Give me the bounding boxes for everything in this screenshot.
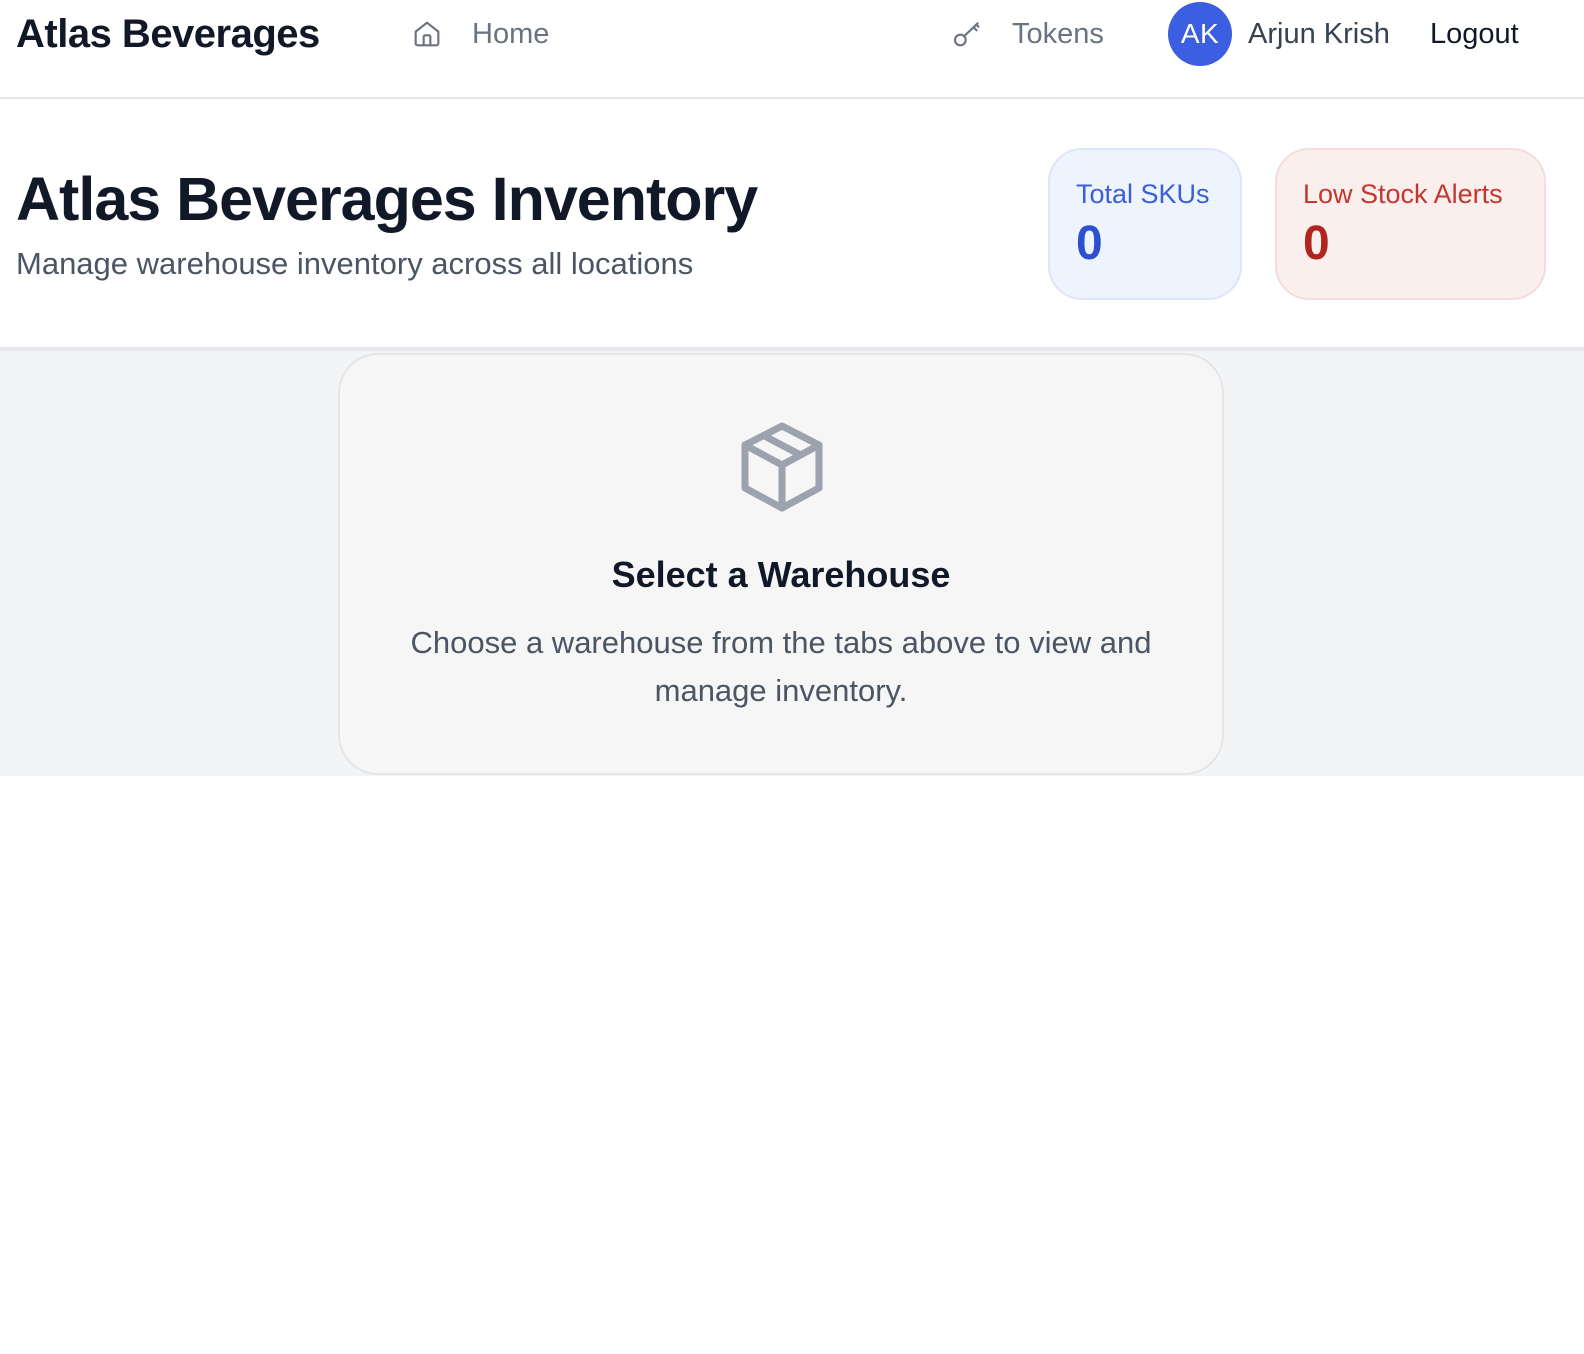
empty-state-message: Choose a warehouse from the tabs above t… <box>410 625 1152 708</box>
nav-tokens-link[interactable]: Tokens <box>950 14 1104 54</box>
top-navigation-bar: Atlas Beverages Home Tokens AK Arjun Kri… <box>0 0 1584 99</box>
user-menu[interactable]: AK Arjun Krish <box>1168 2 1390 66</box>
low-stock-alerts-card: Low Stock Alerts 0 <box>1275 148 1546 300</box>
key-icon <box>950 17 984 51</box>
user-name: Arjun Krish <box>1248 17 1390 50</box>
low-stock-alerts-label: Low Stock Alerts <box>1303 179 1503 209</box>
nav-home-link[interactable]: Home <box>410 14 549 54</box>
total-skus-label: Total SKUs <box>1076 179 1210 209</box>
avatar[interactable]: AK <box>1168 2 1232 66</box>
logout-button[interactable]: Logout <box>1430 14 1519 54</box>
nav-tokens-label: Tokens <box>1012 17 1104 50</box>
empty-state-title: Select a Warehouse <box>611 554 951 595</box>
page-header: Atlas Beverages Inventory Manage warehou… <box>0 99 1584 351</box>
low-stock-alerts-value: 0 <box>1303 217 1330 270</box>
page-subtitle: Manage warehouse inventory across all lo… <box>16 246 694 281</box>
page-title: Atlas Beverages Inventory <box>16 165 758 233</box>
empty-state-card: Select a Warehouse Choose a warehouse fr… <box>338 353 1224 775</box>
package-icon <box>741 422 823 512</box>
nav-home-label: Home <box>472 17 550 50</box>
home-icon <box>410 17 444 51</box>
total-skus-card: Total SKUs 0 <box>1048 148 1242 300</box>
total-skus-value: 0 <box>1076 217 1103 270</box>
brand-logo[interactable]: Atlas Beverages <box>16 12 320 56</box>
main-content: Select a Warehouse Choose a warehouse fr… <box>0 351 1584 776</box>
